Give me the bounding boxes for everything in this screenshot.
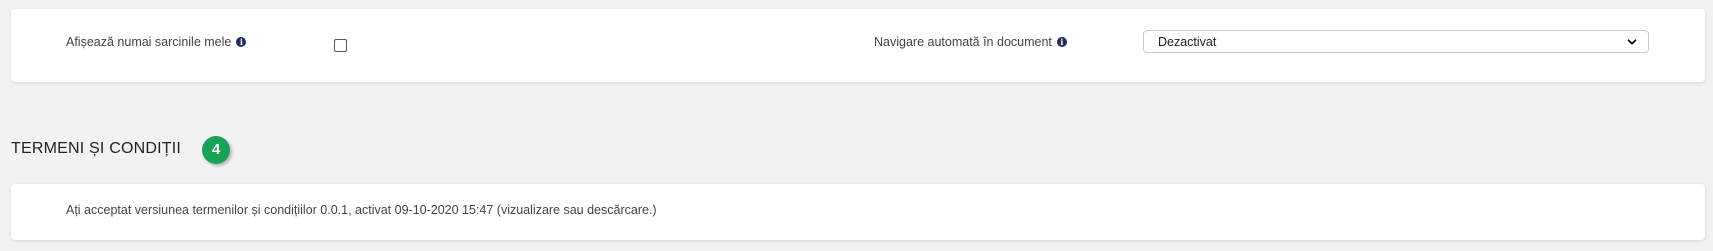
my-tasks-label: Afișează numai sarcinile mele [66,35,232,49]
terms-acceptance-text: Ați acceptat versiunea termenilor și con… [66,203,657,217]
my-tasks-setting: Afișează numai sarcinile mele i [66,35,247,49]
info-icon[interactable]: i [1056,37,1067,47]
terms-card: Ați acceptat versiunea termenilor și con… [11,184,1705,240]
my-tasks-checkbox[interactable] [334,39,347,52]
terms-section-title: TERMENI ȘI CONDIȚII [11,140,182,157]
settings-card: Afișează numai sarcinile mele i Navigare… [11,9,1705,82]
auto-nav-label: Navigare automată în document [874,35,1052,49]
auto-nav-select[interactable]: Dezactivat [1143,30,1649,53]
chevron-down-icon [1627,38,1637,45]
info-icon[interactable]: i [236,37,247,47]
auto-nav-selected-value: Dezactivat [1158,34,1217,49]
step-badge: 4 [202,136,230,164]
auto-nav-setting: Navigare automată în document i [874,35,1067,49]
